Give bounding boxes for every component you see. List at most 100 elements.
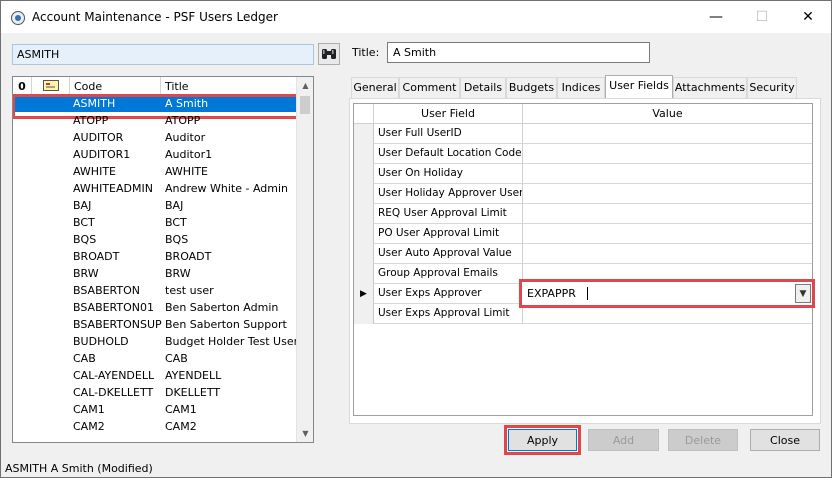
list-item[interactable]: AUDITOR1 Auditor1	[13, 146, 297, 163]
list-rows: ASMITH A Smith ATOPP ATOPP AUDITOR Audit…	[13, 94, 304, 435]
apply-button[interactable]: Apply	[508, 429, 577, 451]
status-text: ASMITH A Smith (Modified)	[5, 462, 153, 475]
list-item[interactable]: AUDITOR Auditor	[13, 129, 297, 146]
list-item[interactable]: CAM1 CAM1	[13, 401, 297, 418]
tab-details[interactable]: Details	[460, 77, 506, 98]
find-button[interactable]	[318, 43, 340, 65]
table-row[interactable]: User Auto Approval Value	[354, 244, 812, 264]
list-item[interactable]: CAB CAB	[13, 350, 297, 367]
user-field-name: User Default Location Code	[374, 144, 523, 164]
current-row-icon: ▶	[354, 284, 374, 304]
list-item[interactable]: AWHITE AWHITE	[13, 163, 297, 180]
list-item[interactable]: BSABERTON test user	[13, 282, 297, 299]
tab-budgets[interactable]: Budgets	[506, 77, 557, 98]
attachment-column-header[interactable]: 0	[13, 77, 32, 95]
close-button[interactable]: Close	[750, 429, 820, 451]
row-indicator	[354, 204, 374, 224]
list-item-title: ATOPP	[165, 114, 201, 127]
close-window-button[interactable]: ✕	[785, 1, 831, 33]
user-field-value[interactable]	[523, 224, 812, 244]
list-item-title: BROADT	[165, 250, 212, 263]
table-row[interactable]: PO User Approval Limit	[354, 224, 812, 244]
list-item[interactable]: BSABERTONSUP Ben Saberton Support	[13, 316, 297, 333]
paperclip-icon: 0	[18, 80, 26, 93]
list-item-code: CAM1	[73, 403, 105, 416]
exps-approver-value[interactable]: EXPAPPR	[527, 287, 576, 300]
list-item[interactable]: CAM2 CAM2	[13, 418, 297, 435]
list-scrollbar[interactable]: ▲ ▼	[296, 77, 313, 442]
user-field-name: User Full UserID	[374, 124, 523, 144]
user-field-name: User Exps Approval Limit	[374, 304, 523, 324]
chevron-down-icon[interactable]: ▼	[795, 284, 811, 303]
list-item[interactable]: BAJ BAJ	[13, 197, 297, 214]
tab-general[interactable]: General	[351, 77, 399, 98]
tab-user-fields[interactable]: User Fields	[605, 75, 673, 98]
tab-comment[interactable]: Comment	[399, 77, 460, 98]
list-item-code: BROADT	[73, 250, 120, 263]
list-item-title: A Smith	[165, 97, 209, 110]
list-item-code: AWHITE	[73, 165, 116, 178]
user-field-name: User Holiday Approver User	[374, 184, 523, 204]
note-icon	[43, 80, 59, 91]
list-item[interactable]: CAL-AYENDELL AYENDELL	[13, 367, 297, 384]
user-fields-grid[interactable]: User Field Value User Full UserID User D…	[353, 103, 813, 416]
table-row[interactable]: User Full UserID	[354, 124, 812, 144]
value-column-header[interactable]: Value	[523, 104, 812, 124]
user-field-value[interactable]	[523, 124, 812, 144]
note-column-header[interactable]	[32, 77, 70, 95]
list-item[interactable]: ATOPP ATOPP	[13, 112, 297, 129]
list-item-title: AYENDELL	[165, 369, 222, 382]
list-item[interactable]: BQS BQS	[13, 231, 297, 248]
tab-security[interactable]: Security	[747, 77, 797, 98]
list-item-title: BRW	[165, 267, 191, 280]
list-item-title: Auditor1	[165, 148, 213, 161]
user-field-name: User Exps Approver	[374, 284, 523, 304]
user-field-name: User Auto Approval Value	[374, 244, 523, 264]
table-row[interactable]: User On Holiday	[354, 164, 812, 184]
row-indicator	[354, 144, 374, 164]
table-row[interactable]: User Holiday Approver User	[354, 184, 812, 204]
tab-attachments[interactable]: Attachments	[673, 77, 747, 98]
list-item[interactable]: BCT BCT	[13, 214, 297, 231]
list-item[interactable]: BSABERTON01 Ben Saberton Admin	[13, 299, 297, 316]
maximize-button[interactable]: ☐	[739, 1, 785, 33]
title-column-header[interactable]: Title	[161, 77, 297, 95]
title-label: Title:	[352, 46, 380, 59]
list-item-code: CAB	[73, 352, 96, 365]
list-item[interactable]: BUDHOLD Budget Holder Test User	[13, 333, 298, 350]
scroll-down-icon[interactable]: ▼	[297, 425, 313, 442]
user-field-value[interactable]	[523, 184, 812, 204]
user-field-name: PO User Approval Limit	[374, 224, 523, 244]
add-button[interactable]: Add	[588, 429, 659, 451]
list-item-code: BRW	[73, 267, 99, 280]
user-field-value[interactable]	[523, 204, 812, 224]
list-item[interactable]: AWHITEADMIN Andrew White - Admin	[13, 180, 297, 197]
table-row[interactable]: REQ User Approval Limit	[354, 204, 812, 224]
scroll-up-icon[interactable]: ▲	[297, 77, 313, 94]
delete-button[interactable]: Delete	[668, 429, 738, 451]
user-field-value[interactable]	[523, 144, 812, 164]
user-field-column-header[interactable]: User Field	[374, 104, 523, 124]
account-list[interactable]: 0 Code Title ASMITH A Smith ATOPP ATOPP	[12, 76, 314, 443]
list-item[interactable]: CAL-DKELLETT DKELLETT	[13, 384, 297, 401]
list-item[interactable]: ASMITH A Smith	[13, 94, 304, 119]
list-item-code: ASMITH	[73, 97, 116, 110]
title-input[interactable]: A Smith	[387, 42, 650, 63]
list-item[interactable]: BROADT BROADT	[13, 248, 297, 265]
user-field-value[interactable]	[523, 244, 812, 264]
user-field-name: Group Approval Emails	[374, 264, 523, 284]
list-item-title: DKELLETT	[165, 386, 221, 399]
list-item-code: BUDHOLD	[73, 335, 129, 348]
minimize-button[interactable]: —	[693, 1, 739, 33]
list-item-title: Ben Saberton Support	[165, 318, 287, 331]
table-row[interactable]: User Default Location Code	[354, 144, 812, 164]
exps-approver-combo[interactable]: EXPAPPR ▼	[519, 279, 815, 308]
code-column-header[interactable]: Code	[70, 77, 161, 95]
scroll-thumb[interactable]	[300, 96, 310, 114]
code-search-input[interactable]: ASMITH	[12, 44, 314, 65]
list-item[interactable]: BRW BRW	[13, 265, 297, 282]
list-item-code: BSABERTON01	[73, 301, 155, 314]
list-item-code: AUDITOR1	[73, 148, 131, 161]
tab-indices[interactable]: Indices	[557, 77, 605, 98]
user-field-value[interactable]	[523, 164, 812, 184]
